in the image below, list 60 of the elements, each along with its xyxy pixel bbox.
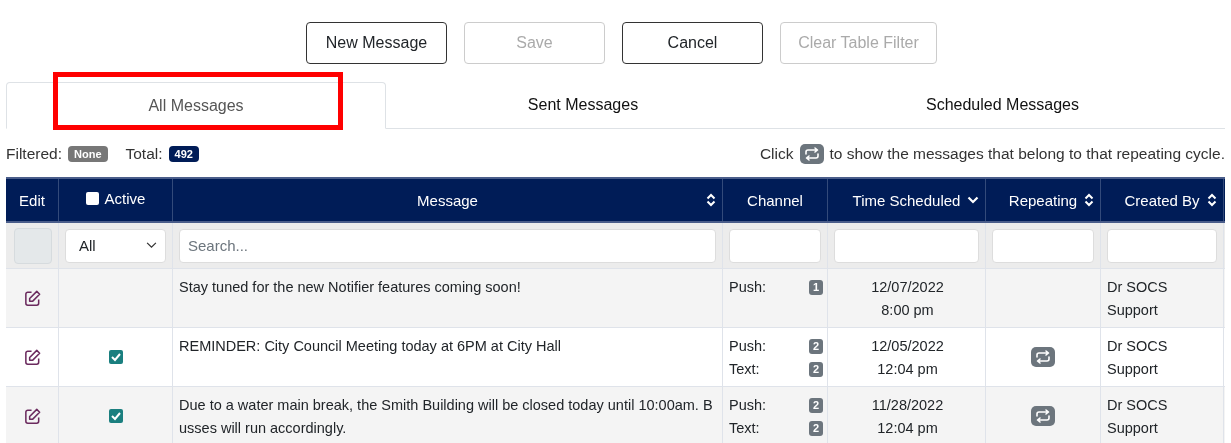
- message-text: Stay tuned for the new Notifier features coming soon!: [179, 279, 521, 295]
- time-text: 12:04 pm: [877, 360, 938, 379]
- search-field[interactable]: Search...: [179, 228, 716, 263]
- filter-field[interactable]: [834, 228, 979, 263]
- toolbar-button[interactable]: New Message: [306, 22, 447, 64]
- filter-field[interactable]: [729, 228, 821, 263]
- message-text: REMINDER: City Council Meeting today at 6PM at City Hall: [179, 338, 561, 354]
- toolbar-button[interactable]: Cancel: [622, 22, 763, 64]
- column-header[interactable]: Repeating: [986, 179, 1101, 221]
- creator-text: Dr SOCS Support: [1107, 278, 1169, 320]
- count-badge: 2: [808, 339, 823, 354]
- date-text: 12/05/2022: [871, 337, 944, 356]
- edit-icon[interactable]: [22, 406, 42, 426]
- repeat-icon[interactable]: [1031, 406, 1055, 426]
- column-header[interactable]: Channel: [723, 179, 828, 221]
- repeat-icon[interactable]: [1031, 347, 1055, 367]
- channel-label: Push:: [729, 278, 767, 297]
- chevron-down-icon: [146, 242, 157, 249]
- total-label: Total:: [125, 145, 163, 163]
- creator-text: Dr SOCS Support: [1107, 337, 1169, 379]
- count-badge: 2: [808, 362, 823, 377]
- checkbox[interactable]: [108, 350, 123, 364]
- checkbox[interactable]: [85, 191, 99, 205]
- time-text: 12:04 pm: [877, 419, 938, 438]
- channel-label: Text:: [729, 419, 760, 438]
- channel-label: Text:: [729, 360, 760, 379]
- column-header[interactable]: Created By: [1101, 179, 1224, 221]
- message-text: Due to a water main break, the Smith Building will be closed today until 10:00am. Busses will run accordingly.: [179, 397, 713, 436]
- creator-text: Dr SOCS Support: [1107, 396, 1169, 438]
- column-header[interactable]: Message: [173, 179, 723, 221]
- column-header[interactable]: Edit: [6, 179, 59, 221]
- channel-label: Push:: [729, 396, 767, 415]
- date-text: 12/07/2022: [871, 278, 944, 297]
- hint-text: to show the messages that belong to that repeating cycle.: [829, 145, 1225, 163]
- hint-text: Click: [759, 145, 794, 163]
- edit-icon[interactable]: [22, 347, 42, 367]
- filter-field[interactable]: [1107, 228, 1217, 263]
- date-text: 11/28/2022: [871, 396, 944, 415]
- time-text: 8:00 pm: [881, 301, 934, 320]
- filter-badge: None: [68, 146, 108, 162]
- sort-icon[interactable]: [706, 193, 716, 207]
- column-header[interactable]: Time Scheduled: [828, 179, 986, 221]
- edit-icon[interactable]: [22, 288, 42, 308]
- sort-icon[interactable]: [1207, 193, 1217, 207]
- count-badge: 1: [808, 280, 823, 295]
- checkbox[interactable]: [108, 409, 123, 423]
- count-badge: 2: [808, 421, 823, 436]
- tab[interactable]: Sent Messages: [386, 82, 780, 128]
- channel-label: Push:: [729, 337, 767, 356]
- total-badge: 492: [168, 146, 199, 162]
- tab[interactable]: All Messages: [6, 82, 386, 129]
- tab[interactable]: Scheduled Messages: [780, 82, 1225, 128]
- active-filter-select[interactable]: All: [65, 228, 166, 263]
- sort-icon[interactable]: [1084, 193, 1094, 207]
- column-header[interactable]: Active: [59, 179, 173, 221]
- sort-descending-icon[interactable]: [967, 196, 979, 204]
- filtered-label: Filtered:: [6, 145, 62, 163]
- count-badge: 2: [808, 398, 823, 413]
- filter-field[interactable]: [992, 228, 1094, 263]
- repeat-icon[interactable]: [799, 144, 824, 164]
